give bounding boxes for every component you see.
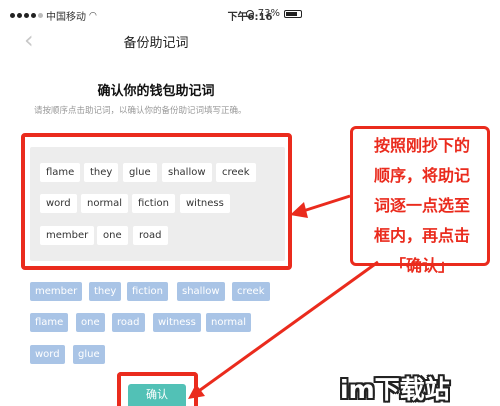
watermark: im下载站 [340,370,450,406]
watermark-text: im下载站 [340,375,450,404]
annotation-arrows [188,194,379,399]
arrow-to-selected-area [290,194,351,218]
